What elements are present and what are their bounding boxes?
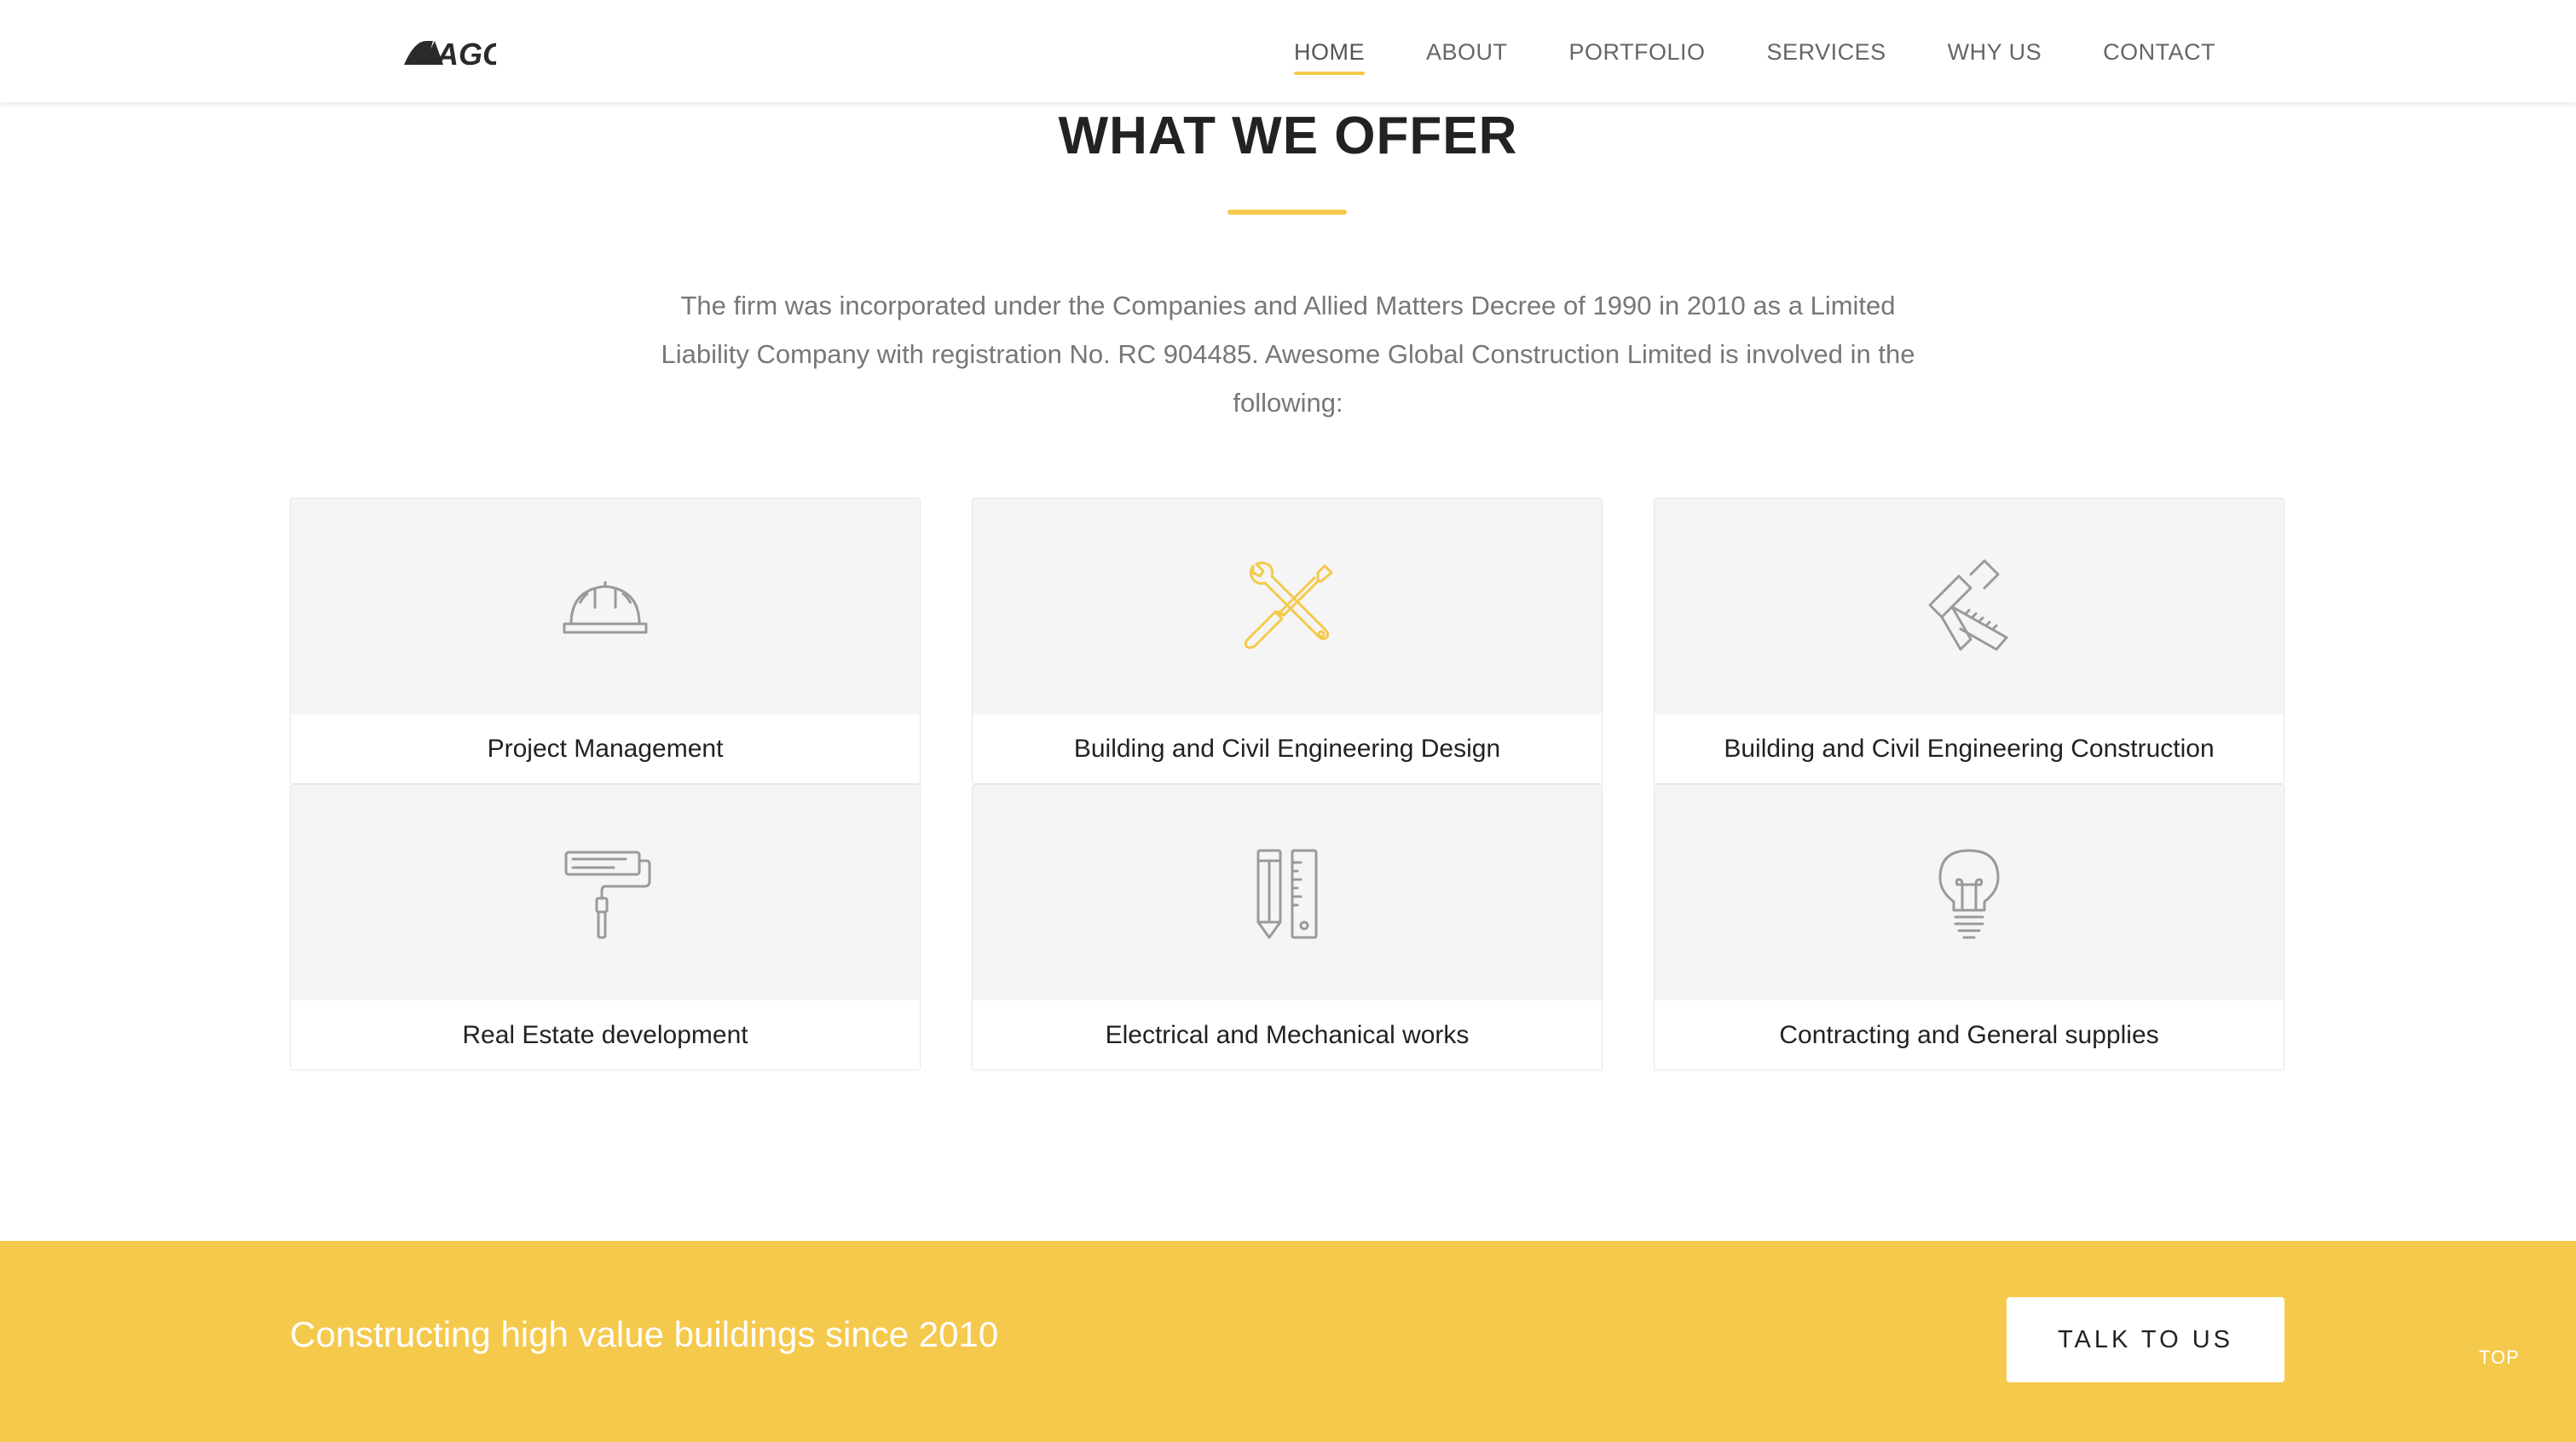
intro-line-3: following: [1233,388,1343,418]
card-icon-area [973,785,1602,1001]
card-icon-area [1655,785,2284,1001]
service-label: Building and Civil Engineering Design [1073,735,1501,763]
service-label: Contracting and General supplies [1779,1021,2159,1049]
hard-hat-icon [563,580,648,633]
nav-portfolio[interactable]: PORTFOLIO [1569,0,1706,102]
service-label: Building and Civil Engineering Construct… [1724,735,2215,763]
intro-line-1: The firm was incorporated under the Comp… [680,291,1896,320]
nav-home[interactable]: HOME [1294,0,1365,102]
service-label: Project Management [487,735,724,763]
back-to-top-link[interactable]: TOP [2479,1347,2520,1369]
service-card-contracting-supplies[interactable]: Contracting and General supplies [1654,784,2284,1070]
card-icon-area [291,785,920,1001]
service-card-project-management[interactable]: Project Management [290,498,921,784]
wrench-screwdriver-icon [1244,561,1333,649]
hammer-ruler-icon [1928,559,2008,650]
nav-contact[interactable]: CONTACT [2103,0,2215,102]
intro-line-2: Liability Company with registration No. … [661,339,1915,369]
cta-tagline: Constructing high value buildings since … [290,1314,999,1354]
nav-about[interactable]: ABOUT [1426,0,1508,102]
nav-why-us[interactable]: WHY US [1948,0,2042,102]
service-card-civil-design[interactable]: Building and Civil Engineering Design [972,498,1603,784]
service-label: Electrical and Mechanical works [1105,1021,1470,1049]
card-icon-area [1655,499,2284,714]
logo-text: AGC [436,37,496,72]
intro-paragraph: The firm was incorporated under the Comp… [631,281,1945,427]
service-card-real-estate[interactable]: Real Estate development [290,784,921,1070]
card-icon-area [291,499,920,714]
lightbulb-icon [1938,849,2000,938]
agc-logo[interactable]: AGC [401,29,496,72]
talk-to-us-button[interactable]: TALK TO US [2007,1297,2284,1382]
service-card-civil-construction[interactable]: Building and Civil Engineering Construct… [1654,498,2284,784]
main-nav: HOME ABOUT PORTFOLIO SERVICES WHY US CON… [1294,0,2277,102]
cta-banner: Constructing high value buildings since … [0,1241,2576,1442]
title-divider [1227,210,1347,215]
paint-roller-icon [564,851,651,938]
service-label: Real Estate development [462,1021,748,1049]
card-icon-area [973,499,1602,714]
pencil-ruler-icon [1256,849,1318,938]
section-title: WHAT WE OFFER [1058,107,1518,165]
nav-services[interactable]: SERVICES [1767,0,1886,102]
site-header: AGC HOME ABOUT PORTFOLIO SERVICES WHY US… [0,0,2576,102]
service-card-electrical-mechanical[interactable]: Electrical and Mechanical works [972,784,1603,1070]
